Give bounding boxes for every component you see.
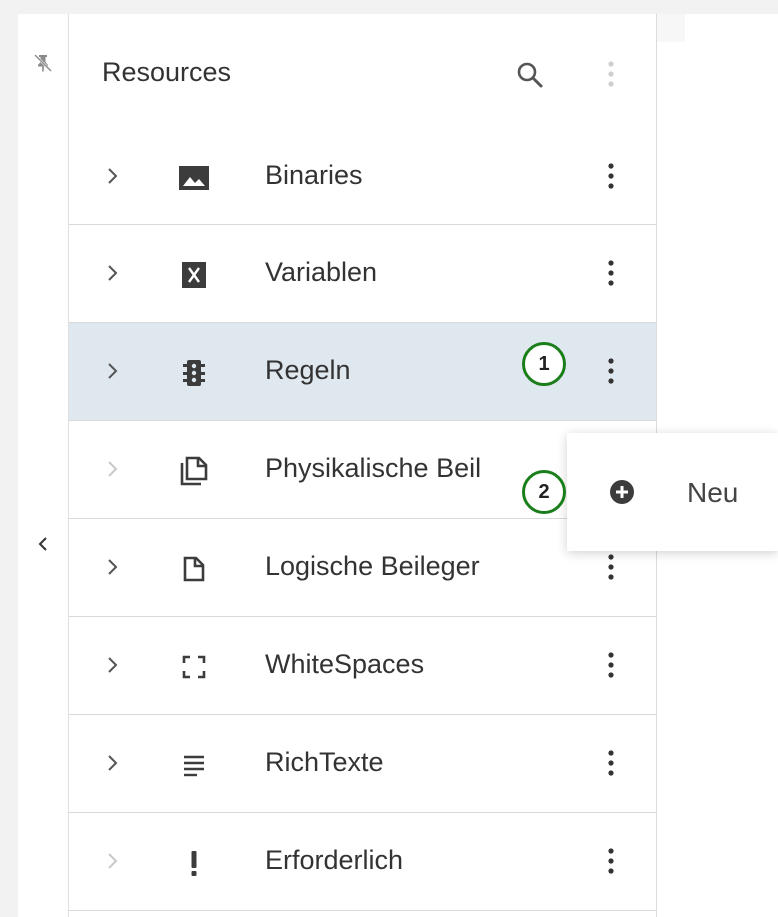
chevron-right-icon[interactable]	[103, 359, 123, 383]
chevron-right-icon[interactable]	[103, 751, 123, 775]
more-vertical-icon[interactable]	[599, 843, 623, 879]
image-icon	[177, 161, 211, 195]
panel-header: Resources	[69, 14, 656, 128]
step-callout-2: 2	[522, 470, 566, 514]
top-strip	[0, 0, 778, 14]
list-item-whitespaces[interactable]: WhiteSpaces	[69, 617, 656, 715]
more-vertical-icon[interactable]	[599, 353, 623, 389]
chevron-right-icon[interactable]	[103, 164, 123, 188]
traffic-light-icon	[177, 356, 211, 390]
text-lines-icon	[177, 748, 211, 782]
list-item-label: Logische Beileger	[265, 551, 480, 581]
copy-document-icon	[177, 454, 211, 488]
menu-item-neu[interactable]: Neu	[567, 461, 778, 523]
more-vertical-icon[interactable]	[599, 255, 623, 291]
document-icon	[177, 552, 211, 586]
list-item-label: Physikalische Beil	[265, 453, 482, 483]
frame-corners-icon	[177, 650, 211, 684]
search-icon[interactable]	[513, 58, 547, 92]
exclamation-icon	[177, 846, 211, 880]
left-rail	[18, 14, 69, 917]
chevron-right-icon[interactable]	[103, 849, 123, 873]
more-vertical-icon[interactable]	[599, 549, 623, 585]
menu-item-label: Neu	[687, 477, 739, 508]
more-vertical-icon[interactable]	[599, 647, 623, 683]
chevron-left-icon[interactable]	[32, 533, 54, 555]
step-callout-1: 1	[522, 342, 566, 386]
list-item-label: WhiteSpaces	[265, 649, 425, 679]
list-item-label: Binaries	[265, 160, 363, 190]
chevron-right-icon[interactable]	[103, 653, 123, 677]
list-item-regeln[interactable]: Regeln	[69, 323, 656, 421]
more-vertical-icon[interactable]	[599, 745, 623, 781]
variable-icon	[177, 258, 211, 292]
more-vertical-icon[interactable]	[599, 158, 623, 194]
list-item-label: RichTexte	[265, 747, 384, 777]
chevron-right-icon[interactable]	[103, 457, 123, 481]
list-item-binaries[interactable]: Binaries	[69, 128, 656, 225]
list-item-richtexte[interactable]: RichTexte	[69, 715, 656, 813]
more-vertical-icon[interactable]	[599, 56, 623, 92]
chevron-right-icon[interactable]	[103, 555, 123, 579]
chevron-right-icon[interactable]	[103, 261, 123, 285]
list-item-variablen[interactable]: Variablen	[69, 225, 656, 323]
list-item-label: Variablen	[265, 257, 378, 287]
list-item-label: Erforderlich	[265, 845, 404, 875]
panel-title: Resources	[102, 57, 232, 87]
pin-off-icon[interactable]	[32, 52, 54, 74]
list-item-erforderlich[interactable]: Erforderlich	[69, 813, 656, 911]
context-menu: Neu	[567, 433, 778, 551]
content-area-corner	[657, 14, 685, 42]
add-circle-icon	[608, 478, 636, 506]
list-item-label: Regeln	[265, 355, 351, 385]
